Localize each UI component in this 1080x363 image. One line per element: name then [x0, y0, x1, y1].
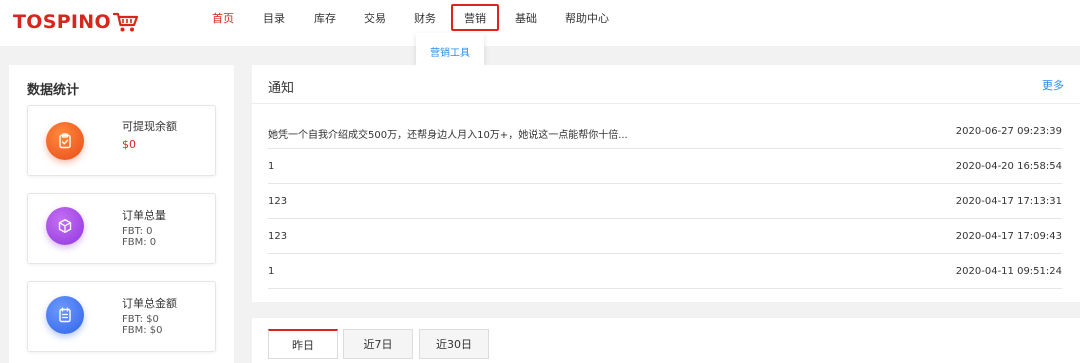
notice-row[interactable]: 1 2020-04-20 16:58:54: [268, 149, 1062, 184]
marketing-highlight-box: [451, 4, 499, 31]
nav-item-help-center[interactable]: 帮助中心: [565, 10, 609, 26]
period-tabs-panel: 昨日 近7日 近30日: [252, 318, 1080, 363]
nav-item-basics[interactable]: 基础: [515, 10, 537, 26]
notice-row[interactable]: 1 2020-04-11 09:51:24: [268, 254, 1062, 289]
notice-date: 2020-04-17 17:09:43: [955, 231, 1062, 242]
tab-yesterday[interactable]: 昨日: [268, 329, 338, 359]
stats-panel: 数据统计 可提现余额 $0 订单总量 FBT: 0 FBM: 0 订单总金额 F…: [9, 65, 234, 363]
divider: [252, 103, 1080, 104]
stat-card-balance[interactable]: 可提现余额 $0: [27, 105, 216, 176]
notice-more-link[interactable]: 更多: [1042, 77, 1064, 93]
dropdown-item-marketing-tools[interactable]: 营销工具: [416, 44, 484, 59]
top-bar: TOSPINO 首页 目录 库存 交易 财务 营销 基础 帮助中心: [0, 0, 1080, 46]
nav-item-catalog[interactable]: 目录: [263, 10, 285, 26]
stats-title: 数据统计: [27, 83, 80, 98]
notice-row[interactable]: 123 2020-04-17 17:13:31: [268, 184, 1062, 219]
logo-text: TOSPINO: [13, 11, 111, 33]
notice-date: 2020-04-20 16:58:54: [955, 161, 1062, 172]
tab-last-30-days[interactable]: 近30日: [419, 329, 489, 359]
notice-date: 2020-04-11 09:51:24: [955, 266, 1062, 277]
notice-panel: 通知 更多 她凭一个自我介绍成交500万，还帮身边人月入10万+，她说这一点能帮…: [252, 65, 1080, 302]
stat-fbm-order-amount: FBM: $0: [122, 325, 163, 336]
stat-label-order-amount: 订单总金额: [122, 297, 177, 310]
nav-item-inventory[interactable]: 库存: [314, 10, 336, 26]
notice-text[interactable]: 1: [268, 266, 274, 277]
stat-card-order-count[interactable]: 订单总量 FBT: 0 FBM: 0: [27, 193, 216, 264]
stat-fbt-order-count: FBT: 0: [122, 226, 153, 237]
stat-card-order-amount[interactable]: 订单总金额 FBT: $0 FBM: $0: [27, 281, 216, 352]
clipboard-check-icon: [46, 122, 84, 160]
stat-fbm-order-count: FBM: 0: [122, 237, 157, 248]
notice-date: 2020-06-27 09:23:39: [955, 126, 1062, 137]
stat-fbt-order-amount: FBT: $0: [122, 314, 159, 325]
cube-icon: [46, 207, 84, 245]
tab-last-7-days[interactable]: 近7日: [343, 329, 413, 359]
nav-item-trade[interactable]: 交易: [364, 10, 386, 26]
nav-item-home[interactable]: 首页: [212, 10, 234, 26]
calendar-list-icon: [46, 296, 84, 334]
shopping-cart-icon: [112, 12, 139, 32]
notice-text[interactable]: 她凭一个自我介绍成交500万，还帮身边人月入10万+，她说这一点能帮你十倍...: [268, 126, 628, 141]
notice-text[interactable]: 123: [268, 231, 287, 242]
notice-title: 通知: [268, 81, 295, 96]
notice-row[interactable]: 123 2020-04-17 17:09:43: [268, 219, 1062, 254]
notice-text[interactable]: 123: [268, 196, 287, 207]
notice-text[interactable]: 1: [268, 161, 274, 172]
stat-label-order-count: 订单总量: [122, 209, 166, 222]
notice-date: 2020-04-17 17:13:31: [955, 196, 1062, 207]
notice-row[interactable]: 她凭一个自我介绍成交500万，还帮身边人月入10万+，她说这一点能帮你十倍...…: [268, 114, 1062, 149]
stat-value-balance: $0: [122, 138, 136, 151]
stat-label-balance: 可提现余额: [122, 120, 177, 133]
nav-item-finance[interactable]: 财务: [414, 10, 436, 26]
logo[interactable]: TOSPINO: [13, 9, 139, 35]
